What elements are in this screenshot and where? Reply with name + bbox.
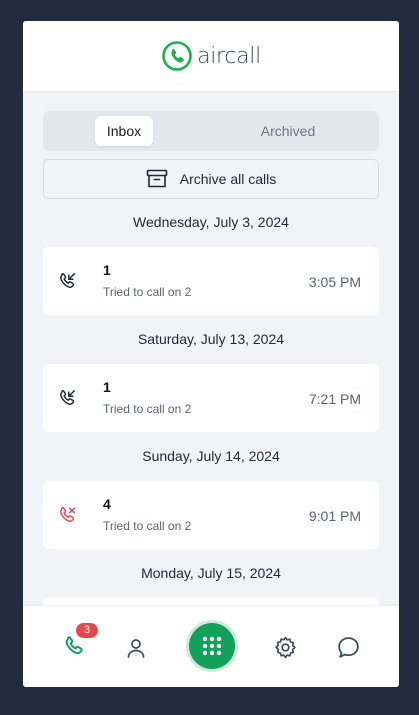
archive-all-label: Archive all calls — [179, 171, 277, 187]
app-window: aircall Inbox Archived Archive all calls… — [23, 21, 399, 687]
settings-icon — [275, 636, 296, 659]
nav-keypad[interactable] — [189, 623, 235, 669]
call-description: Tried to call on 2 — [103, 402, 192, 416]
date-divider: Wednesday, July 3, 2024 — [133, 214, 289, 230]
call-time: 7:21 PM — [308, 391, 361, 407]
call-description: Tried to call on 2 — [103, 519, 192, 533]
tab-inbox[interactable]: Inbox — [95, 116, 153, 146]
missed-call-icon — [60, 507, 76, 522]
nav-contacts[interactable] — [124, 636, 148, 665]
caller-name: 1 — [103, 379, 111, 395]
outgoing-call-icon — [60, 273, 76, 288]
date-divider: Sunday, July 14, 2024 — [142, 448, 280, 464]
brand-name: aircall — [197, 43, 261, 69]
date-divider: Saturday, July 13, 2024 — [137, 331, 285, 347]
date-divider: Monday, July 15, 2024 — [141, 565, 281, 581]
call-item[interactable]: 4 Tried to call on 2 9:01 PM — [43, 481, 379, 549]
app-header: aircall — [23, 21, 399, 92]
archive-box-icon — [146, 169, 168, 188]
call-time: 9:01 PM — [308, 508, 361, 524]
contacts-icon — [127, 639, 145, 658]
call-item[interactable]: 1 Tried to call on 2 3:05 PM — [43, 247, 379, 315]
call-item[interactable]: 1 Tried to call on 2 7:21 PM — [43, 364, 379, 432]
call-time: 3:05 PM — [308, 274, 361, 290]
nav-calls[interactable] — [61, 634, 87, 665]
archive-all-button[interactable]: Archive all calls — [43, 159, 379, 199]
missed-calls-badge: 3 — [76, 623, 98, 638]
nav-chat[interactable] — [336, 635, 361, 665]
keypad-icon — [202, 636, 222, 656]
aircall-logo: aircall — [161, 40, 261, 72]
caller-name: 4 — [103, 496, 111, 512]
nav-settings[interactable] — [273, 635, 298, 665]
call-list-area: Inbox Archived Archive all calls Wednesd… — [23, 92, 399, 606]
outgoing-call-icon — [60, 390, 76, 405]
chat-icon — [338, 637, 359, 658]
phone-logo-icon — [162, 41, 192, 71]
bottom-navigation: 3 — [23, 606, 399, 687]
call-description: Tried to call on 2 — [103, 285, 192, 299]
caller-name: 1 — [103, 262, 111, 278]
tab-archived[interactable]: Archived — [243, 116, 333, 146]
inbox-archive-tabs: Inbox Archived — [43, 111, 379, 151]
call-item[interactable] — [43, 598, 379, 606]
